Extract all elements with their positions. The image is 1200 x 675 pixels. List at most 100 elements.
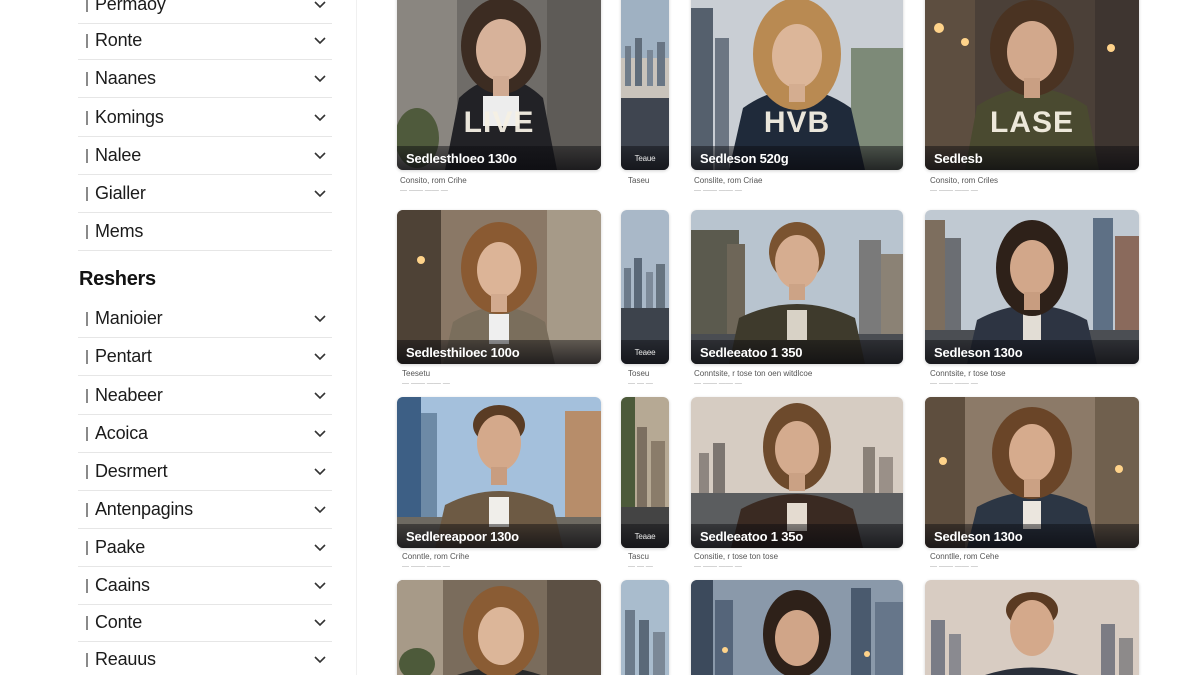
grip-handle-icon — [78, 388, 95, 403]
sidebar-item-label: Manioier — [95, 308, 163, 328]
grip-handle-icon — [78, 33, 95, 48]
sidebar-item-naanes[interactable]: Naanes — [78, 60, 332, 98]
chevron-down-icon[interactable] — [314, 36, 326, 45]
photo-card[interactable]: Sedleeatoo 1 35o — [691, 397, 903, 548]
photo-card-strip[interactable]: Teaee — [621, 210, 669, 364]
caption-bar: Sedleeatoo 1 350 — [691, 340, 903, 364]
photo-meta-text: Conntlle, rom Cehe — [930, 552, 999, 561]
caption-bar: Teaue — [621, 146, 669, 170]
sidebar-item-label: Gialler — [95, 183, 146, 203]
grip-handle-icon — [78, 148, 95, 163]
photo-caption: Sedleeatoo 1 35o — [700, 528, 804, 544]
chevron-down-icon[interactable] — [314, 581, 326, 590]
photo-meta: Conslite, rom Criae — —— —— — — [694, 176, 762, 196]
caption-bar: Sedlesb — [925, 146, 1139, 170]
sidebar-item-label: Acoica — [95, 423, 148, 443]
photo-meta-sub: — —— —— — — [930, 187, 978, 194]
chevron-down-icon[interactable] — [314, 151, 326, 160]
sidebar-item-komings[interactable]: Komings — [78, 99, 332, 137]
chevron-down-icon[interactable] — [314, 189, 326, 198]
photo-meta: Consitie, r tose ton tose — —— —— — — [694, 552, 778, 572]
grip-handle-icon — [78, 110, 95, 125]
chevron-down-icon[interactable] — [314, 113, 326, 122]
sidebar-item-neabeer[interactable]: Neabeer — [78, 377, 332, 415]
chevron-down-icon[interactable] — [314, 429, 326, 438]
grip-handle-icon — [78, 186, 95, 201]
chevron-down-icon[interactable] — [314, 505, 326, 514]
photo-card-strip[interactable] — [621, 580, 669, 675]
grip-handle-icon — [78, 311, 95, 326]
photo-card[interactable] — [397, 580, 601, 675]
photo-card-strip[interactable]: Teaue — [621, 0, 669, 170]
photo-meta-text: Consitie, r tose ton tose — [694, 552, 779, 561]
photo-card[interactable]: HVB Sedleson 520g — [691, 0, 903, 170]
portrait-photo — [397, 0, 601, 170]
sidebar-item-paake[interactable]: Paake — [78, 529, 332, 567]
photo-meta-sub: — — — — [628, 380, 653, 387]
sidebar-item-reauus[interactable]: Reauus — [78, 641, 332, 675]
sidebar-item-label: Komings — [95, 107, 164, 127]
photo-meta: Conntlle, rom Cehe — —— —— — — [930, 552, 999, 572]
portrait-photo — [691, 580, 903, 675]
grip-handle-icon — [78, 224, 95, 239]
grip-handle-icon — [78, 349, 95, 364]
chevron-down-icon[interactable] — [314, 391, 326, 400]
sidebar-item-label: Neabeer — [95, 385, 163, 405]
sidebar-item-gialler[interactable]: Gialler — [78, 175, 332, 213]
photo-caption: Sedleson 520g — [700, 150, 789, 166]
photo-caption: Sedlereapoor 130o — [406, 528, 519, 544]
photo-meta: Conntsite, r tose ton oen witdlcoe — —— —… — [694, 369, 812, 389]
portrait-photo — [397, 580, 601, 675]
photo-card[interactable] — [925, 580, 1139, 675]
sidebar-item-label: Nalee — [95, 145, 142, 165]
photo-card[interactable]: Sedleeatoo 1 350 — [691, 210, 903, 364]
photo-card[interactable]: LASE Sedlesb — [925, 0, 1139, 170]
photo-card[interactable]: Sedleson 130o — [925, 210, 1139, 364]
sidebar-item-conte[interactable]: Conte — [78, 604, 332, 642]
photo-card-strip[interactable]: Teaae — [621, 397, 669, 548]
sidebar-item-pentart[interactable]: Pentart — [78, 338, 332, 376]
sidebar-item-nalee[interactable]: Nalee — [78, 137, 332, 175]
photo-meta: Taseu — [628, 176, 649, 186]
chevron-down-icon[interactable] — [314, 314, 326, 323]
section-heading: Reshers — [79, 268, 156, 290]
sidebar-item-acoica[interactable]: Acoica — [78, 415, 332, 453]
portrait-photo — [925, 580, 1139, 675]
photo-meta-sub: — —— —— — — [400, 187, 448, 194]
sidebar-item-label: Permaoy — [95, 0, 166, 14]
photo-card[interactable]: Sedlereapoor 130o — [397, 397, 601, 548]
chevron-down-icon[interactable] — [314, 543, 326, 552]
photo-card[interactable]: Sedleson 130o — [925, 397, 1139, 548]
photo-card[interactable] — [691, 580, 903, 675]
photo-meta: Toseu — — — — [628, 369, 653, 389]
photo-meta-sub: — —— —— — — [402, 380, 450, 387]
photo-meta-text: Conntsite, r tose ton oen witdlcoe — [694, 369, 813, 378]
sidebar-item-caains[interactable]: Caains — [78, 567, 332, 605]
grip-handle-icon — [78, 540, 95, 555]
sidebar-item-label: Naanes — [95, 68, 156, 88]
sidebar-item-mems[interactable]: Mems — [78, 213, 332, 251]
sidebar-item-label: Pentart — [95, 346, 152, 366]
sidebar-item-antenpagins[interactable]: Antenpagins — [78, 491, 332, 529]
sidebar-item-ronte[interactable]: Ronte — [78, 22, 332, 60]
chevron-down-icon[interactable] — [314, 655, 326, 664]
chevron-down-icon[interactable] — [314, 618, 326, 627]
chevron-down-icon[interactable] — [314, 467, 326, 476]
photo-card[interactable]: LIVE Sedlesthloeo 130o — [397, 0, 601, 170]
caption-bar: Teaae — [621, 524, 669, 548]
sidebar-item-permaoy[interactable]: Permaoy — [78, 0, 332, 24]
chevron-down-icon[interactable] — [314, 74, 326, 83]
photo-caption: Sedlesthiloec 100o — [406, 344, 520, 360]
photo-caption: Sedleson 130o — [934, 528, 1023, 544]
photo-meta-sub: — —— —— — — [402, 563, 450, 570]
sidebar-item-desrmert[interactable]: Desrmert — [78, 453, 332, 491]
portrait-photo — [925, 0, 1139, 170]
chevron-down-icon[interactable] — [314, 352, 326, 361]
chevron-down-icon[interactable] — [314, 0, 326, 9]
photo-meta-sub: — —— —— — — [930, 563, 978, 570]
photo-meta: Consito, rom Criles — —— —— — — [930, 176, 998, 196]
photo-card[interactable]: Sedlesthiloec 100o — [397, 210, 601, 364]
photo-meta-sub: — —— —— — — [694, 380, 742, 387]
sidebar-item-manioier[interactable]: Manioier — [78, 300, 332, 338]
photo-meta-text: Teesetu — [402, 369, 431, 378]
